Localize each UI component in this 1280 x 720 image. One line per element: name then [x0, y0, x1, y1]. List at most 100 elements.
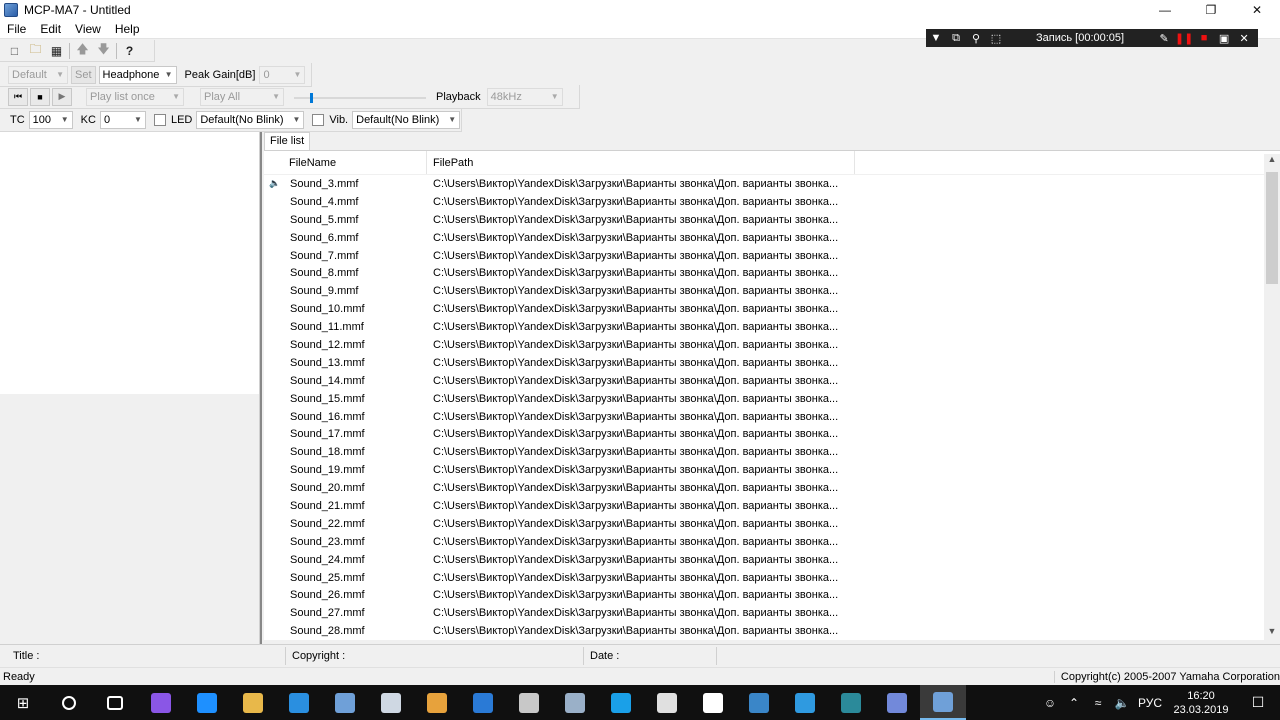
table-row[interactable]: Sound_26.mmf C:\Users\Виктор\YandexDisk\З… [264, 586, 1280, 604]
taskbar-movie-app-icon[interactable] [828, 685, 874, 720]
table-row[interactable]: Sound_7.mmf C:\Users\Виктор\YandexDisk\За… [264, 247, 1280, 265]
table-row[interactable]: Sound_6.mmf C:\Users\Виктор\YandexDisk\За… [264, 229, 1280, 247]
open-folder-icon[interactable]: 🗀 [25, 41, 46, 61]
taskbar-store-icon[interactable] [644, 685, 690, 720]
notifications-icon[interactable]: ☐ [1236, 694, 1280, 711]
taskbar-app-3d-icon[interactable] [368, 685, 414, 720]
slider-thumb[interactable] [309, 92, 313, 103]
wifi-icon[interactable]: ≈ [1086, 696, 1110, 710]
taskbar-internet-explorer-icon[interactable] [276, 685, 322, 720]
playback-rate-select[interactable]: 48kHz ▼ [486, 87, 563, 106]
close-icon[interactable]: ✕ [1234, 0, 1280, 20]
table-row[interactable]: Sound_25.mmf C:\Users\Виктор\YandexDisk\З… [264, 569, 1280, 587]
table-row[interactable]: 🔈 Sound_3.mmf C:\Users\Виктор\YandexDisk\З… [264, 175, 1280, 193]
table-row[interactable]: Sound_23.mmf C:\Users\Виктор\YandexDisk\З… [264, 533, 1280, 551]
windows-icon[interactable]: ⧉ [946, 32, 966, 45]
table-row[interactable]: Sound_27.mmf C:\Users\Виктор\YandexDisk\З… [264, 604, 1280, 622]
led-select[interactable]: Default(No Blink) ▼ [196, 110, 305, 129]
table-row[interactable]: Sound_24.mmf C:\Users\Виктор\YandexDisk\З… [264, 551, 1280, 569]
play-all-select[interactable]: Play All ▼ [200, 87, 284, 106]
scroll-down-icon[interactable]: ▼ [1264, 626, 1280, 640]
chevron-up-icon[interactable]: ⌃ [1062, 696, 1086, 710]
table-row[interactable]: Sound_18.mmf C:\Users\Виктор\YandexDisk\З… [264, 443, 1280, 461]
table-row[interactable]: Sound_21.mmf C:\Users\Виктор\YandexDisk\З… [264, 497, 1280, 515]
menu-help[interactable]: Help [108, 22, 147, 36]
region-icon[interactable]: ⬚ [986, 32, 1006, 45]
play-mode-select[interactable]: Play list once ▼ [86, 87, 184, 106]
menu-view[interactable]: View [68, 22, 108, 36]
peak-gain-select[interactable]: 0 ▼ [259, 65, 306, 84]
save-icon[interactable]: ▦ [46, 41, 67, 61]
table-row[interactable]: Sound_19.mmf C:\Users\Виктор\YandexDisk\З… [264, 461, 1280, 479]
minimize-icon[interactable]: — [1142, 0, 1188, 20]
table-row[interactable]: Sound_13.mmf C:\Users\Виктор\YandexDisk\З… [264, 354, 1280, 372]
led-checkbox[interactable] [153, 113, 166, 126]
taskbar-mcp-ma7-icon[interactable] [920, 685, 966, 720]
taskbar-game-icon[interactable] [736, 685, 782, 720]
menu-edit[interactable]: Edit [33, 22, 68, 36]
table-row[interactable]: Sound_22.mmf C:\Users\Виктор\YandexDisk\З… [264, 515, 1280, 533]
taskbar-alice-icon[interactable] [138, 685, 184, 720]
restore-icon[interactable]: ❐ [1188, 0, 1234, 20]
taskbar-edge-icon[interactable] [184, 685, 230, 720]
table-row[interactable]: Sound_20.mmf C:\Users\Виктор\YandexDisk\З… [264, 479, 1280, 497]
scroll-up-icon[interactable]: ▲ [1264, 154, 1280, 168]
table-row[interactable]: Sound_12.mmf C:\Users\Виктор\YandexDisk\З… [264, 336, 1280, 354]
vib-select[interactable]: Default(No Blink) ▼ [352, 110, 461, 129]
pen-icon[interactable]: ✎ [1154, 32, 1174, 45]
stop-recording-icon[interactable]: ■ [1194, 32, 1214, 44]
taskbar-shield-icon[interactable] [460, 685, 506, 720]
volume-icon[interactable]: 🔈 [1110, 696, 1134, 710]
taskbar-calculator-icon[interactable] [506, 685, 552, 720]
table-row[interactable]: Sound_11.mmf C:\Users\Виктор\YandexDisk\З… [264, 318, 1280, 336]
scrollbar-thumb[interactable] [1266, 172, 1278, 284]
table-row[interactable]: Sound_10.mmf C:\Users\Виктор\YandexDisk\З… [264, 300, 1280, 318]
zoom-icon[interactable]: ⚲ [966, 32, 986, 45]
language-indicator[interactable]: РУС [1134, 696, 1166, 710]
taskbar-skype-icon[interactable] [598, 685, 644, 720]
table-row[interactable]: Sound_15.mmf C:\Users\Виктор\YandexDisk\З… [264, 390, 1280, 408]
taskbar-image-viewer-icon[interactable] [322, 685, 368, 720]
table-row[interactable]: Sound_4.mmf C:\Users\Виктор\YandexDisk\За… [264, 193, 1280, 211]
windows-start-icon[interactable]: ⊞ [0, 685, 46, 720]
taskbar-explorer-icon[interactable] [230, 685, 276, 720]
stop-icon[interactable]: ■ [30, 87, 50, 106]
help-icon[interactable]: ? [119, 41, 140, 61]
taskbar-tiles-icon[interactable] [782, 685, 828, 720]
taskbar-media-player-icon[interactable] [414, 685, 460, 720]
vib-checkbox[interactable] [312, 113, 325, 126]
taskbar-yandex-browser-icon[interactable] [690, 685, 736, 720]
close-recorder-icon[interactable]: ✕ [1234, 32, 1254, 45]
kc-select[interactable]: 0 ▼ [99, 110, 146, 129]
tab-file-list[interactable]: File list [264, 132, 311, 150]
column-header-filepath[interactable]: FilePath [427, 151, 855, 174]
tree-pane[interactable] [0, 132, 260, 394]
new-file-icon[interactable]: □ [4, 41, 25, 61]
taskbar-paint-icon[interactable] [552, 685, 598, 720]
set-button[interactable]: Set [71, 65, 96, 84]
pane-splitter[interactable] [260, 132, 262, 644]
table-row[interactable]: Sound_28.mmf C:\Users\Виктор\YandexDisk\З… [264, 622, 1280, 640]
vertical-scrollbar[interactable]: ▲ ▼ [1264, 154, 1280, 640]
clock[interactable]: 16:20 23.03.2019 [1166, 689, 1236, 717]
taskbar-task-view-icon[interactable] [92, 685, 138, 720]
preset-select[interactable]: Default ▼ [8, 65, 68, 84]
table-row[interactable]: Sound_8.mmf C:\Users\Виктор\YandexDisk\За… [264, 264, 1280, 282]
taskbar-search-icon[interactable] [46, 685, 92, 720]
skip-back-icon[interactable]: ⏮ [8, 87, 28, 106]
move-down-icon[interactable]: 🡇 [93, 41, 114, 61]
dropdown-triangle-icon[interactable]: ▼ [926, 32, 946, 44]
table-row[interactable]: Sound_17.mmf C:\Users\Виктор\YandexDisk\З… [264, 425, 1280, 443]
table-row[interactable]: Sound_5.mmf C:\Users\Виктор\YandexDisk\За… [264, 211, 1280, 229]
play-icon[interactable]: ▶ [52, 87, 72, 106]
camera-icon[interactable]: ▣ [1214, 32, 1234, 45]
move-up-icon[interactable]: 🡅 [72, 41, 93, 61]
output-select[interactable]: Headphone ▼ [98, 65, 177, 84]
table-row[interactable]: Sound_14.mmf C:\Users\Виктор\YandexDisk\З… [264, 372, 1280, 390]
taskbar-discord-icon[interactable] [874, 685, 920, 720]
pause-icon[interactable]: ❚❚ [1174, 32, 1194, 45]
table-row[interactable]: Sound_9.mmf C:\Users\Виктор\YandexDisk\За… [264, 282, 1280, 300]
menu-file[interactable]: File [0, 22, 33, 36]
table-row[interactable]: Sound_16.mmf C:\Users\Виктор\YandexDisk\З… [264, 408, 1280, 426]
tc-select[interactable]: 100 ▼ [28, 110, 73, 129]
